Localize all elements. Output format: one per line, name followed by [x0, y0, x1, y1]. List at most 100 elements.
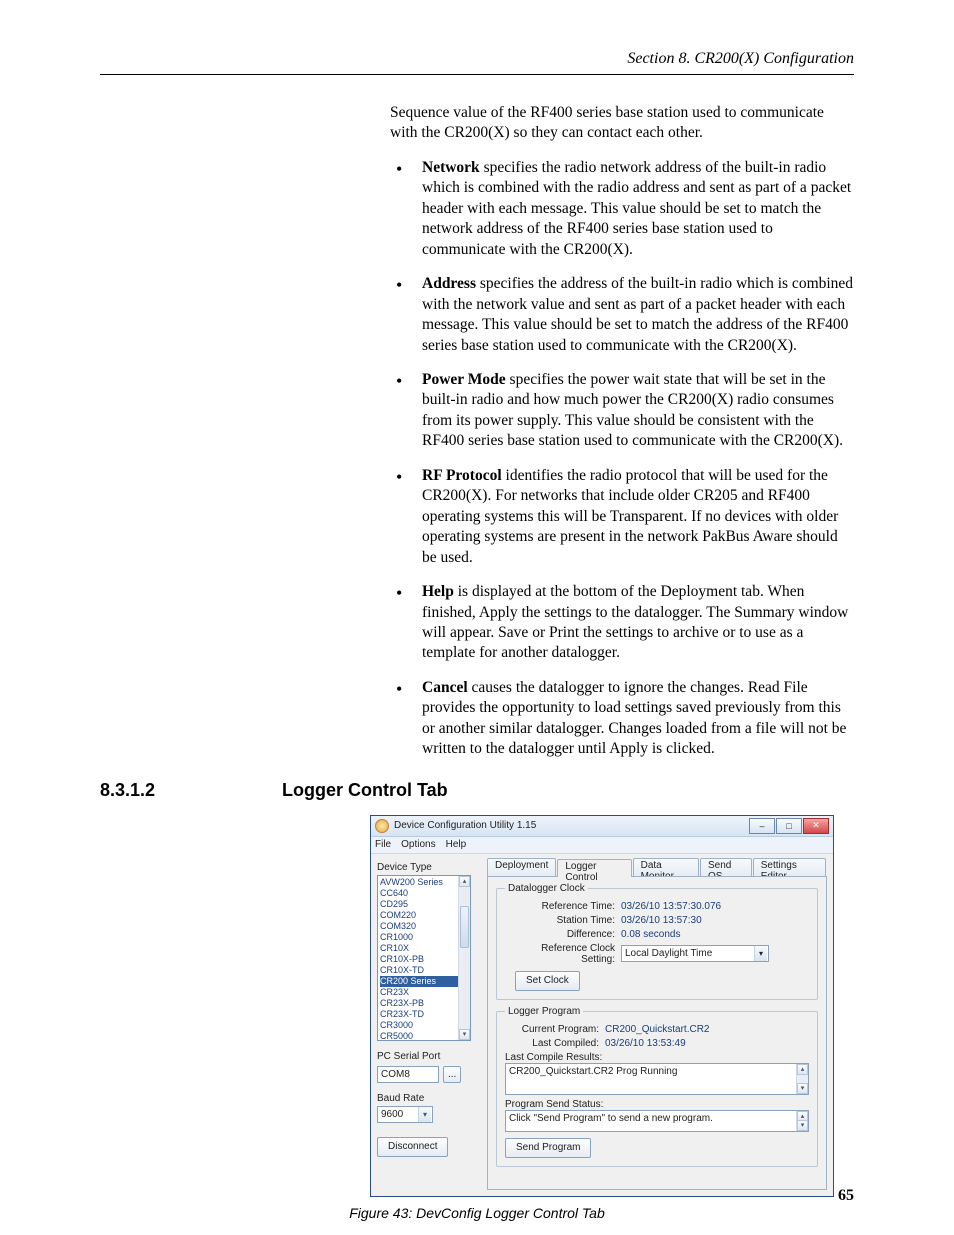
menu-bar: File Options Help — [371, 837, 833, 854]
device-list-item[interactable]: CD295 — [380, 899, 468, 910]
device-list-item[interactable]: CC640 — [380, 888, 468, 899]
bullet-term: Address — [422, 275, 476, 292]
page-number: 65 — [838, 1187, 854, 1205]
bullet-term: RF Protocol — [422, 467, 502, 484]
bullet-item: Cancel causes the datalogger to ignore t… — [390, 678, 854, 760]
device-list-item[interactable]: CR10X-PB — [380, 954, 468, 965]
baud-rate-select[interactable]: 9600 — [377, 1106, 433, 1123]
bullet-item: RF Protocol identifies the radio protoco… — [390, 466, 854, 568]
bullet-list: Network specifies the radio network addr… — [390, 158, 854, 760]
tab-deployment[interactable]: Deployment — [487, 858, 556, 876]
body-column: Sequence value of the RF400 series base … — [390, 103, 854, 760]
last-compile-results-label: Last Compile Results: — [505, 1052, 809, 1063]
last-compile-results-text[interactable]: CR200_Quickstart.CR2 Prog Running ▴ ▾ — [505, 1063, 809, 1095]
set-clock-button[interactable]: Set Clock — [515, 971, 580, 991]
scroll-down-icon[interactable]: ▾ — [459, 1029, 470, 1040]
compile-results-value: CR200_Quickstart.CR2 Prog Running — [509, 1066, 677, 1077]
scroll-thumb[interactable] — [460, 906, 469, 948]
bullet-item: Address specifies the address of the bui… — [390, 274, 854, 356]
last-compiled-label: Last Compiled: — [505, 1038, 605, 1049]
devconfig-window: Device Configuration Utility 1.15 – □ ✕ … — [370, 815, 834, 1197]
device-list-item[interactable]: AVW200 Series — [380, 877, 468, 888]
serial-port-browse-button[interactable]: ... — [443, 1066, 461, 1083]
running-head: Section 8. CR200(X) Configuration — [100, 50, 854, 75]
reference-time-value: 03/26/10 13:57:30.076 — [621, 901, 809, 912]
program-send-status-text[interactable]: Click "Send Program" to send a new progr… — [505, 1110, 809, 1132]
reference-time-label: Reference Time: — [505, 901, 621, 912]
bullet-text: causes the datalogger to ignore the chan… — [422, 679, 846, 757]
device-list-item[interactable]: CR1000 — [380, 932, 468, 943]
menu-help[interactable]: Help — [446, 839, 467, 850]
device-list-item[interactable]: CR23X-PB — [380, 998, 468, 1009]
tab-body: Datalogger Clock Reference Time:03/26/10… — [487, 876, 827, 1190]
menu-file[interactable]: File — [375, 839, 391, 850]
device-list-item[interactable]: CR23X — [380, 987, 468, 998]
bullet-term: Cancel — [422, 679, 468, 696]
tab-send-os[interactable]: Send OS — [700, 858, 752, 876]
device-list-item[interactable]: CR23X-TD — [380, 1009, 468, 1020]
scroll-down-icon[interactable]: ▾ — [797, 1083, 808, 1094]
figure-caption: Figure 43: DevConfig Logger Control Tab — [100, 1205, 854, 1221]
difference-label: Difference: — [505, 929, 621, 940]
tab-logger-control[interactable]: Logger Control — [557, 859, 631, 877]
scrollbar[interactable]: ▴ ▾ — [796, 1064, 808, 1094]
bullet-item: Help is displayed at the bottom of the D… — [390, 582, 854, 664]
device-type-label: Device Type — [377, 862, 479, 873]
serial-port-label: PC Serial Port — [377, 1051, 479, 1062]
device-list-item[interactable]: CR200 Series — [380, 976, 468, 987]
left-pane: Device Type AVW200 SeriesCC640CD295COM22… — [371, 854, 483, 1196]
menu-options[interactable]: Options — [401, 839, 435, 850]
scrollbar[interactable]: ▴ ▾ — [796, 1111, 808, 1131]
last-compiled-value: 03/26/10 13:53:49 — [605, 1038, 809, 1049]
datalogger-clock-group: Datalogger Clock Reference Time:03/26/10… — [496, 883, 818, 1000]
device-list-item[interactable]: COM320 — [380, 921, 468, 932]
scroll-down-icon[interactable]: ▾ — [797, 1120, 808, 1131]
station-time-label: Station Time: — [505, 915, 621, 926]
disconnect-button[interactable]: Disconnect — [377, 1137, 448, 1157]
lead-paragraph: Sequence value of the RF400 series base … — [390, 103, 854, 144]
current-program-value: CR200_Quickstart.CR2 — [605, 1024, 809, 1035]
program-send-status-label: Program Send Status: — [505, 1099, 809, 1110]
device-list-item[interactable]: CR5000 — [380, 1031, 468, 1041]
tab-settings-editor[interactable]: Settings Editor — [753, 858, 826, 876]
bullet-term: Network — [422, 159, 480, 176]
current-program-label: Current Program: — [505, 1024, 605, 1035]
logger-program-group: Logger Program Current Program:CR200_Qui… — [496, 1006, 818, 1167]
bullet-item: Power Mode specifies the power wait stat… — [390, 370, 854, 452]
device-list-item[interactable]: CR3000 — [380, 1020, 468, 1031]
right-pane: DeploymentLogger ControlData MonitorSend… — [483, 854, 833, 1196]
difference-value: 0.08 seconds — [621, 929, 809, 940]
station-time-value: 03/26/10 13:57:30 — [621, 915, 809, 926]
clock-legend: Datalogger Clock — [505, 883, 588, 894]
scrollbar[interactable]: ▴ ▾ — [458, 876, 470, 1040]
scroll-up-icon[interactable]: ▴ — [459, 876, 470, 887]
window-title: Device Configuration Utility 1.15 — [394, 820, 536, 831]
baud-rate-label: Baud Rate — [377, 1093, 479, 1104]
device-list-item[interactable]: CR10X-TD — [380, 965, 468, 976]
send-program-button[interactable]: Send Program — [505, 1138, 591, 1158]
app-icon — [375, 819, 389, 833]
bullet-text: is displayed at the bottom of the Deploy… — [422, 583, 848, 661]
ref-clock-setting-select[interactable]: Local Daylight Time — [621, 945, 769, 962]
bullet-term: Help — [422, 583, 454, 600]
minimize-button[interactable]: – — [749, 818, 775, 834]
program-send-status-value: Click "Send Program" to send a new progr… — [509, 1113, 713, 1124]
bullet-text: specifies the address of the built-in ra… — [422, 275, 853, 353]
tab-strip: DeploymentLogger ControlData MonitorSend… — [487, 858, 827, 876]
program-legend: Logger Program — [505, 1006, 583, 1017]
bullet-item: Network specifies the radio network addr… — [390, 158, 854, 260]
subsection-title: Logger Control Tab — [282, 780, 448, 800]
close-button[interactable]: ✕ — [803, 818, 829, 834]
serial-port-field[interactable]: COM8 — [377, 1066, 439, 1083]
device-type-listbox[interactable]: AVW200 SeriesCC640CD295COM220COM320CR100… — [377, 875, 471, 1041]
scroll-up-icon[interactable]: ▴ — [797, 1064, 808, 1075]
subsection-heading: 8.3.1.2Logger Control Tab — [100, 780, 854, 801]
bullet-text: specifies the radio network address of t… — [422, 159, 851, 258]
device-list-item[interactable]: COM220 — [380, 910, 468, 921]
ref-clock-setting-label: Reference Clock Setting: — [505, 943, 621, 965]
tab-data-monitor[interactable]: Data Monitor — [633, 858, 699, 876]
device-list-item[interactable]: CR10X — [380, 943, 468, 954]
maximize-button[interactable]: □ — [776, 818, 802, 834]
window-titlebar[interactable]: Device Configuration Utility 1.15 – □ ✕ — [371, 816, 833, 837]
bullet-term: Power Mode — [422, 371, 506, 388]
